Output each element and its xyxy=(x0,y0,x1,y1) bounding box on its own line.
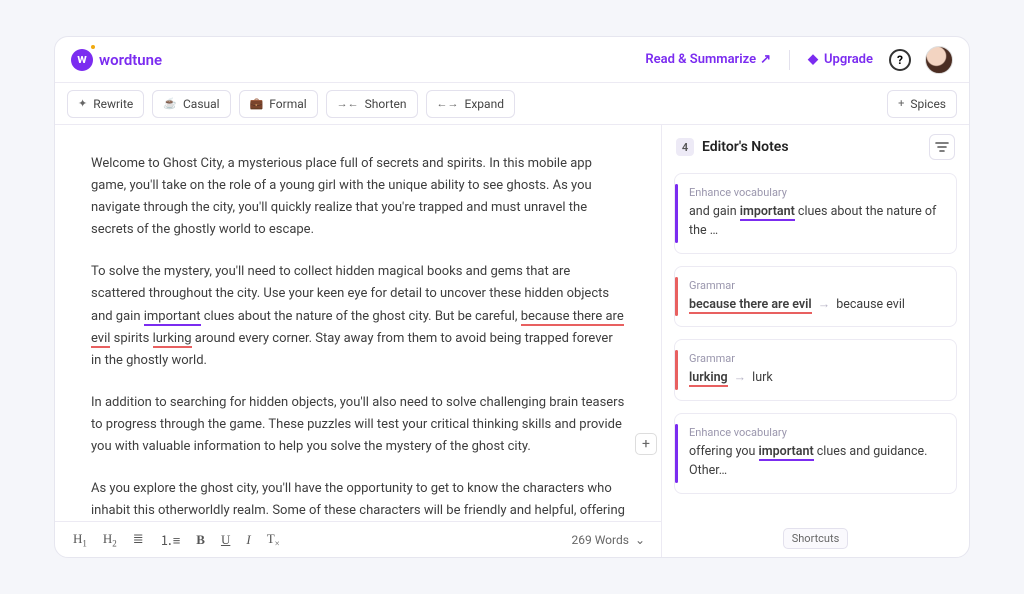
expand-button[interactable]: ←→ Expand xyxy=(426,90,515,118)
logo-mark-icon: w xyxy=(71,49,93,71)
note-category: Grammar xyxy=(689,352,944,365)
rewrite-label: Rewrite xyxy=(93,97,133,111)
expand-icon: ←→ xyxy=(437,97,459,110)
vocab-highlight[interactable]: important xyxy=(144,309,201,326)
editor-scroll[interactable]: Welcome to Ghost City, a mysterious plac… xyxy=(55,125,661,521)
bullet-list-button[interactable]: ≣ xyxy=(131,530,146,549)
upgrade-button[interactable]: ◆ Upgrade xyxy=(808,52,873,67)
note-body: and gain important clues about the natur… xyxy=(689,203,944,241)
note-category: Enhance vocabulary xyxy=(689,426,944,439)
arrow-icon: → xyxy=(818,297,831,312)
filter-button[interactable] xyxy=(929,134,955,160)
header-divider xyxy=(789,50,790,70)
note-card[interactable]: Grammarbecause there are evil→because ev… xyxy=(674,266,957,328)
paragraph[interactable]: In addition to searching for hidden obje… xyxy=(91,392,625,458)
grammar-highlight: lurking xyxy=(689,370,728,387)
numbered-list-button[interactable]: ⒈≡ xyxy=(158,528,183,551)
formal-label: Formal xyxy=(269,97,306,111)
read-summarize-link[interactable]: Read & Summarize ↗ xyxy=(645,52,771,67)
note-category: Enhance vocabulary xyxy=(689,186,944,199)
plus-icon: + xyxy=(898,97,904,110)
rewrite-button[interactable]: ✦ Rewrite xyxy=(67,90,144,118)
heading2-button[interactable]: H2 xyxy=(101,529,119,551)
casual-button[interactable]: ☕ Casual xyxy=(152,90,230,118)
editor-column: Welcome to Ghost City, a mysterious plac… xyxy=(55,125,661,557)
shorten-button[interactable]: →← Shorten xyxy=(326,90,418,118)
underline-button[interactable]: U xyxy=(219,530,232,550)
vocab-highlight: important xyxy=(759,444,814,461)
note-body: because there are evil→because evil xyxy=(689,296,944,315)
formal-icon: 💼 xyxy=(250,97,264,110)
editor-footer-toolbar: H1 H2 ≣ ⒈≡ B U I T× 269 Words ⌄ xyxy=(55,521,661,557)
document-body[interactable]: Welcome to Ghost City, a mysterious plac… xyxy=(91,153,625,521)
note-card[interactable]: Enhance vocabulary and gain important clu… xyxy=(674,173,957,254)
shortcuts-button[interactable]: Shortcuts xyxy=(783,528,849,549)
note-body: lurking→lurk xyxy=(689,369,944,388)
shorten-icon: →← xyxy=(337,97,359,110)
spices-label: Spices xyxy=(910,97,946,111)
clear-format-button[interactable]: T× xyxy=(265,529,282,551)
avatar[interactable] xyxy=(925,46,953,74)
arrow-icon: → xyxy=(734,370,747,385)
casual-label: Casual xyxy=(183,97,220,111)
diamond-icon: ◆ xyxy=(808,52,818,67)
add-block-button[interactable]: + xyxy=(635,433,657,455)
paragraph[interactable]: To solve the mystery, you'll need to col… xyxy=(91,261,625,371)
upgrade-label: Upgrade xyxy=(824,52,873,67)
paragraph[interactable]: As you explore the ghost city, you'll ha… xyxy=(91,478,625,521)
formal-button[interactable]: 💼 Formal xyxy=(239,90,318,118)
note-body: offering you important clues and guidanc… xyxy=(689,443,944,481)
word-count-label: 269 Words xyxy=(572,533,629,547)
word-count-button[interactable]: 269 Words ⌄ xyxy=(572,533,646,547)
read-summarize-label: Read & Summarize xyxy=(645,52,756,67)
filter-icon xyxy=(935,141,949,153)
shorten-label: Shorten xyxy=(365,97,407,111)
main-split: Welcome to Ghost City, a mysterious plac… xyxy=(55,125,969,557)
notes-count-badge: 4 xyxy=(676,138,694,156)
top-header: w wordtune Read & Summarize ↗ ◆ Upgrade … xyxy=(55,37,969,83)
chevron-down-icon: ⌄ xyxy=(635,533,645,547)
spices-button[interactable]: + Spices xyxy=(887,90,957,118)
grammar-highlight[interactable]: lurking xyxy=(153,331,192,348)
grammar-highlight: because there are evil xyxy=(689,297,812,314)
italic-button[interactable]: I xyxy=(244,530,252,550)
brand-logo[interactable]: w wordtune xyxy=(71,49,162,71)
vocab-highlight: important xyxy=(740,204,795,221)
casual-icon: ☕ xyxy=(163,97,177,110)
notes-title: Editor's Notes xyxy=(702,139,789,155)
expand-label: Expand xyxy=(465,97,504,111)
notes-list: Enhance vocabulary and gain important clu… xyxy=(662,169,969,522)
help-button[interactable]: ? xyxy=(889,49,911,71)
paragraph[interactable]: Welcome to Ghost City, a mysterious plac… xyxy=(91,153,625,241)
notes-header: 4 Editor's Notes xyxy=(662,125,969,169)
brand-name: wordtune xyxy=(99,51,162,69)
note-card[interactable]: Grammarlurking→lurk xyxy=(674,339,957,401)
external-link-icon: ↗ xyxy=(760,52,771,67)
bold-button[interactable]: B xyxy=(194,530,207,550)
heading1-button[interactable]: H1 xyxy=(71,529,89,551)
note-category: Grammar xyxy=(689,279,944,292)
editors-notes-panel: 4 Editor's Notes Enhance vocabulary and g… xyxy=(661,125,969,557)
app-window: w wordtune Read & Summarize ↗ ◆ Upgrade … xyxy=(54,36,970,558)
sparkle-icon: ✦ xyxy=(78,97,87,110)
note-card[interactable]: Enhance vocabulary offering you important… xyxy=(674,413,957,494)
rewrite-toolbar: ✦ Rewrite ☕ Casual 💼 Formal →← Shorten ←… xyxy=(55,83,969,125)
